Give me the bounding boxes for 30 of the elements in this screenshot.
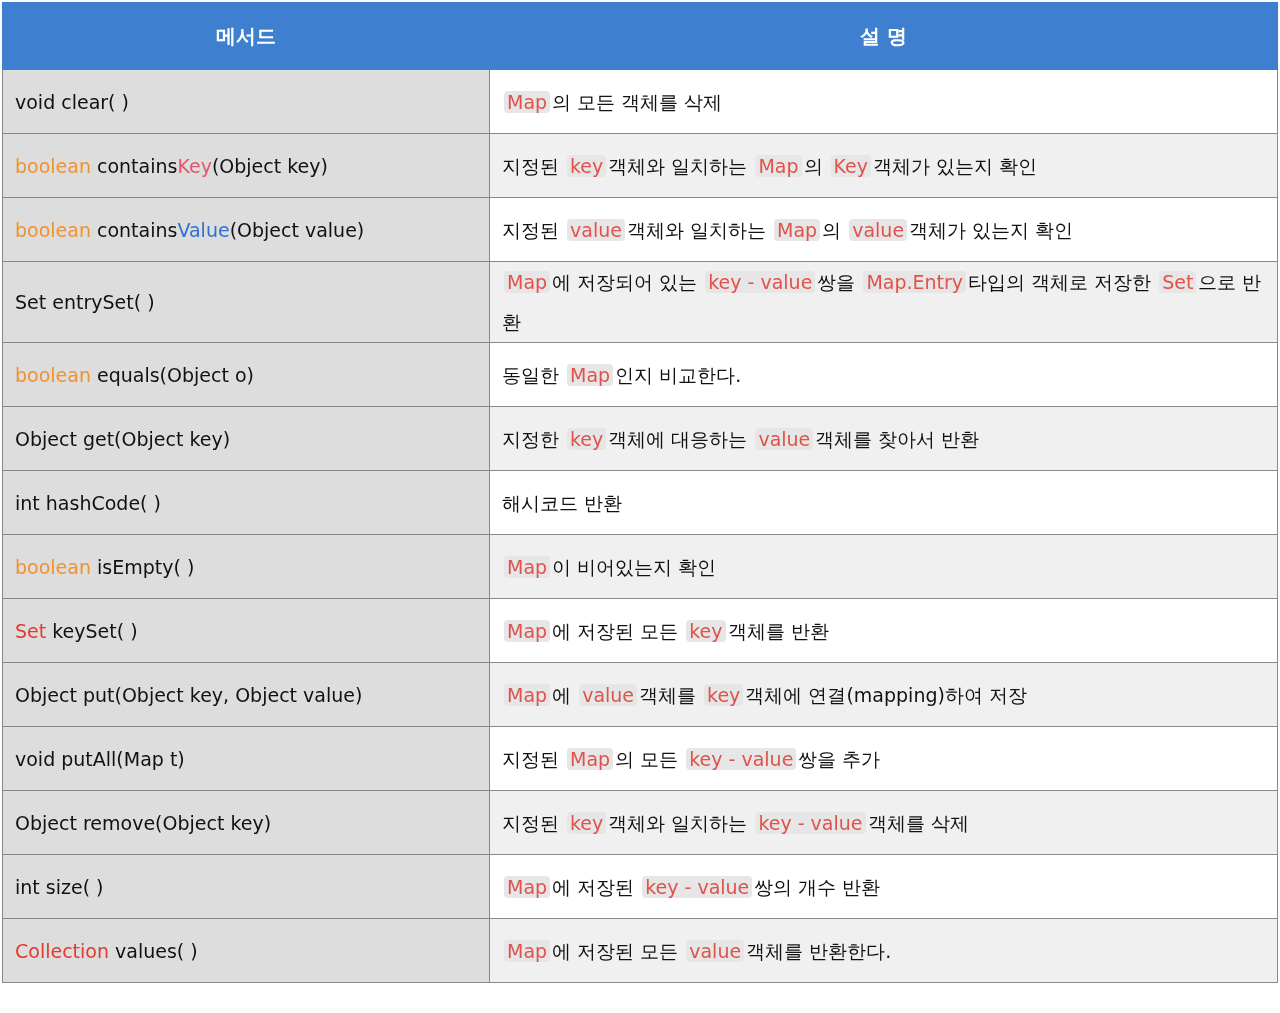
description-cell: Map 에 value 객체를 key 객체에 연결(mapping)하여 저장 [489,662,1278,727]
description-cell: 지정된 key 객체와 일치하는 Map 의 Key 객체가 있는지 확인 [489,133,1278,198]
description-cell: 지정된 value 객체와 일치하는 Map 의 value 객체가 있는지 확인 [489,197,1278,262]
description-cell: 해시코드 반환 [489,470,1278,535]
method-cell: int hashCode( ) [2,470,490,535]
method-cell: boolean equals(Object o) [2,342,490,407]
description-cell: 지정된 Map 의 모든 key - value 쌍을 추가 [489,726,1278,791]
method-cell: Object put(Object key, Object value) [2,662,490,727]
method-cell: boolean containsValue(Object value) [2,197,490,262]
description-cell: Map 이 비어있는지 확인 [489,534,1278,599]
column-header: 메서드 [2,2,490,70]
description-cell: Map 의 모든 객체를 삭제 [489,69,1278,134]
method-cell: Set entrySet( ) [2,261,490,343]
method-cell: Set keySet( ) [2,598,490,663]
method-cell: void putAll(Map t) [2,726,490,791]
description-cell: Map 에 저장된 key - value 쌍의 개수 반환 [489,854,1278,919]
description-cell: 동일한 Map 인지 비교한다. [489,342,1278,407]
method-cell: void clear( ) [2,69,490,134]
method-cell: Collection values( ) [2,918,490,983]
method-cell: boolean containsKey(Object key) [2,133,490,198]
description-cell: Map 에 저장된 모든 value 객체를 반환한다. [489,918,1278,983]
description-cell: 지정된 key 객체와 일치하는 key - value 객체를 삭제 [489,790,1278,855]
description-cell: 지정한 key 객체에 대응하는 value 객체를 찾아서 반환 [489,406,1278,471]
method-cell: Object remove(Object key) [2,790,490,855]
description-cell: Map 에 저장된 모든 key 객체를 반환 [489,598,1278,663]
method-cell: boolean isEmpty( ) [2,534,490,599]
column-header: 설 명 [489,2,1278,70]
method-cell: int size( ) [2,854,490,919]
description-cell: Map 에 저장되어 있는 key - value 쌍을 Map.Entry 타입의 객체로 저장한 Set 으로 반환 [489,261,1278,343]
method-cell: Object get(Object key) [2,406,490,471]
